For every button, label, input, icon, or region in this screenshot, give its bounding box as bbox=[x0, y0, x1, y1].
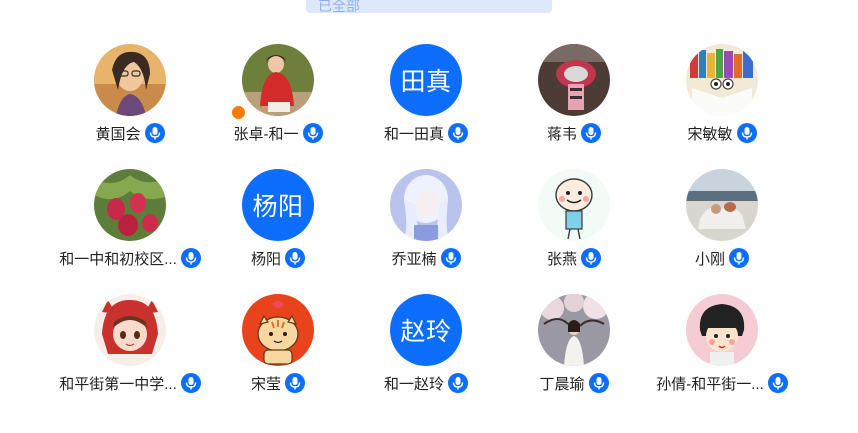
member-name: 和一赵玲 bbox=[383, 375, 444, 393]
avatar bbox=[390, 169, 462, 241]
member-name-row: 蒋韦 bbox=[498, 122, 650, 144]
text-avatar: 田真 bbox=[390, 44, 462, 116]
member-name-row: 乔亚楠 bbox=[350, 247, 502, 269]
microphone-icon[interactable] bbox=[581, 248, 601, 268]
avatar bbox=[686, 294, 758, 366]
microphone-icon[interactable] bbox=[285, 373, 305, 393]
member-name-row: 和平街第一中学... bbox=[54, 372, 206, 394]
member-card[interactable]: 蒋韦 bbox=[498, 44, 650, 152]
member-card[interactable]: 张卓-和一 bbox=[202, 44, 354, 152]
member-name: 张卓-和一 bbox=[233, 125, 299, 143]
microphone-icon[interactable] bbox=[729, 248, 749, 268]
member-name: 杨阳 bbox=[250, 250, 281, 268]
member-name: 和平街第一中学... bbox=[59, 375, 177, 393]
avatar bbox=[242, 44, 314, 116]
member-name: 黄国会 bbox=[95, 125, 141, 143]
member-grid: 黄国会 张卓-和一 田真 和一田真 蒋韦 宋敏敏 和一中和初校区... 杨阳 杨阳 乔亚楠 张燕 小刚… bbox=[0, 0, 858, 433]
member-name-row: 宋敏敏 bbox=[646, 122, 798, 144]
member-name: 张燕 bbox=[546, 250, 577, 268]
avatar bbox=[94, 294, 166, 366]
microphone-icon[interactable] bbox=[448, 123, 468, 143]
avatar bbox=[686, 44, 758, 116]
member-card[interactable]: 乔亚楠 bbox=[350, 169, 502, 277]
member-name-row: 张燕 bbox=[498, 247, 650, 269]
member-card[interactable]: 田真和一田真 bbox=[350, 44, 502, 152]
member-name: 孙倩-和平街一... bbox=[656, 375, 764, 393]
text-avatar: 赵玲 bbox=[390, 294, 462, 366]
member-name-row: 杨阳 bbox=[202, 247, 354, 269]
host-badge-icon bbox=[230, 104, 247, 121]
microphone-icon[interactable] bbox=[302, 123, 323, 143]
member-name-row: 和一中和初校区... bbox=[54, 247, 206, 269]
member-name: 宋莹 bbox=[250, 375, 281, 393]
member-name: 蒋韦 bbox=[546, 125, 577, 143]
avatar bbox=[242, 294, 314, 366]
member-name: 宋敏敏 bbox=[687, 125, 733, 143]
avatar bbox=[94, 44, 166, 116]
member-card[interactable]: 宋敏敏 bbox=[646, 44, 798, 152]
member-name: 和一田真 bbox=[383, 125, 444, 143]
member-name-row: 丁晨瑜 bbox=[498, 372, 650, 394]
member-name-row: 张卓-和一 bbox=[202, 122, 354, 144]
member-name: 丁晨瑜 bbox=[539, 375, 585, 393]
member-name: 小刚 bbox=[694, 250, 725, 268]
microphone-icon[interactable] bbox=[581, 123, 601, 143]
member-card[interactable]: 和一中和初校区... bbox=[54, 169, 206, 277]
microphone-icon[interactable] bbox=[180, 248, 201, 268]
microphone-icon[interactable] bbox=[448, 373, 468, 393]
microphone-icon[interactable] bbox=[736, 123, 757, 143]
microphone-icon[interactable] bbox=[588, 373, 609, 393]
member-card[interactable]: 和平街第一中学... bbox=[54, 294, 206, 402]
member-name-row: 和一田真 bbox=[350, 122, 502, 144]
microphone-icon[interactable] bbox=[285, 248, 305, 268]
member-card[interactable]: 杨阳 杨阳 bbox=[202, 169, 354, 277]
avatar bbox=[538, 44, 610, 116]
avatar bbox=[538, 294, 610, 366]
member-card[interactable]: 赵玲和一赵玲 bbox=[350, 294, 502, 402]
member-card[interactable]: 丁晨瑜 bbox=[498, 294, 650, 402]
member-name-row: 黄国会 bbox=[54, 122, 206, 144]
member-card[interactable]: 孙倩-和平街一... bbox=[646, 294, 798, 402]
member-name-row: 小刚 bbox=[646, 247, 798, 269]
member-name: 和一中和初校区... bbox=[59, 250, 177, 268]
avatar bbox=[94, 169, 166, 241]
microphone-icon[interactable] bbox=[440, 248, 461, 268]
member-name-row: 宋莹 bbox=[202, 372, 354, 394]
microphone-icon[interactable] bbox=[180, 373, 201, 393]
member-name-row: 孙倩-和平街一... bbox=[646, 372, 798, 394]
member-name-row: 和一赵玲 bbox=[350, 372, 502, 394]
member-name: 乔亚楠 bbox=[391, 250, 437, 268]
member-card[interactable]: 黄国会 bbox=[54, 44, 206, 152]
text-avatar: 杨阳 bbox=[242, 169, 314, 241]
microphone-icon[interactable] bbox=[767, 373, 788, 393]
member-card[interactable]: 张燕 bbox=[498, 169, 650, 277]
member-card[interactable]: 宋莹 bbox=[202, 294, 354, 402]
member-card[interactable]: 小刚 bbox=[646, 169, 798, 277]
avatar bbox=[686, 169, 758, 241]
avatar bbox=[538, 169, 610, 241]
microphone-icon[interactable] bbox=[144, 123, 165, 143]
